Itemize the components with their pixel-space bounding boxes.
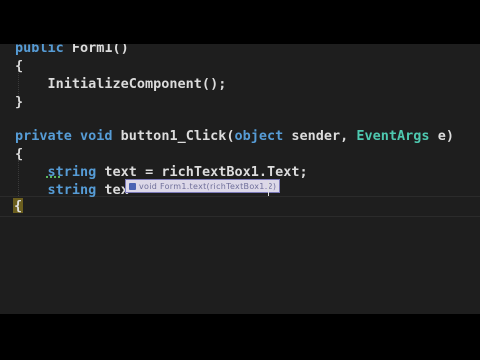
keyword: private: [15, 128, 72, 144]
text-caret: [268, 181, 269, 196]
code-text: Form1(): [63, 44, 129, 56]
code-text: tex: [96, 182, 129, 198]
keyword: public: [15, 44, 64, 56]
code-line-4: }: [15, 94, 24, 110]
code-text: text = richTextBox1.Text;: [96, 164, 308, 180]
code-text: sender,: [283, 128, 357, 144]
code-line-3: InitializeComponent();: [15, 76, 227, 92]
method-name: button1_Click(: [112, 128, 235, 144]
brace: {: [14, 198, 23, 214]
code-line-6: private void button1_Click(object sender…: [15, 127, 454, 145]
current-line-highlight: [0, 196, 480, 217]
intellisense-text: void Form1.text(richTextBox1.2): [139, 181, 277, 191]
method-icon: [129, 182, 136, 190]
keyword: void: [71, 128, 113, 144]
code-editor[interactable]: public Form1() { InitializeComponent(); …: [0, 44, 480, 314]
code-text: e): [429, 128, 454, 144]
code-line-1: public Form1(): [15, 44, 129, 57]
code-line-9: string tex: [15, 181, 129, 199]
keyword: object: [234, 128, 284, 144]
code-line-7: {: [15, 146, 24, 162]
intellisense-tooltip[interactable]: void Form1.text(richTextBox1.2): [125, 179, 281, 193]
type-name: EventArgs: [356, 128, 430, 144]
brace-match-highlight: {: [13, 198, 23, 214]
code-line-2: {: [15, 58, 24, 74]
warning-squiggle: [46, 176, 60, 178]
keyword: string: [47, 182, 97, 198]
